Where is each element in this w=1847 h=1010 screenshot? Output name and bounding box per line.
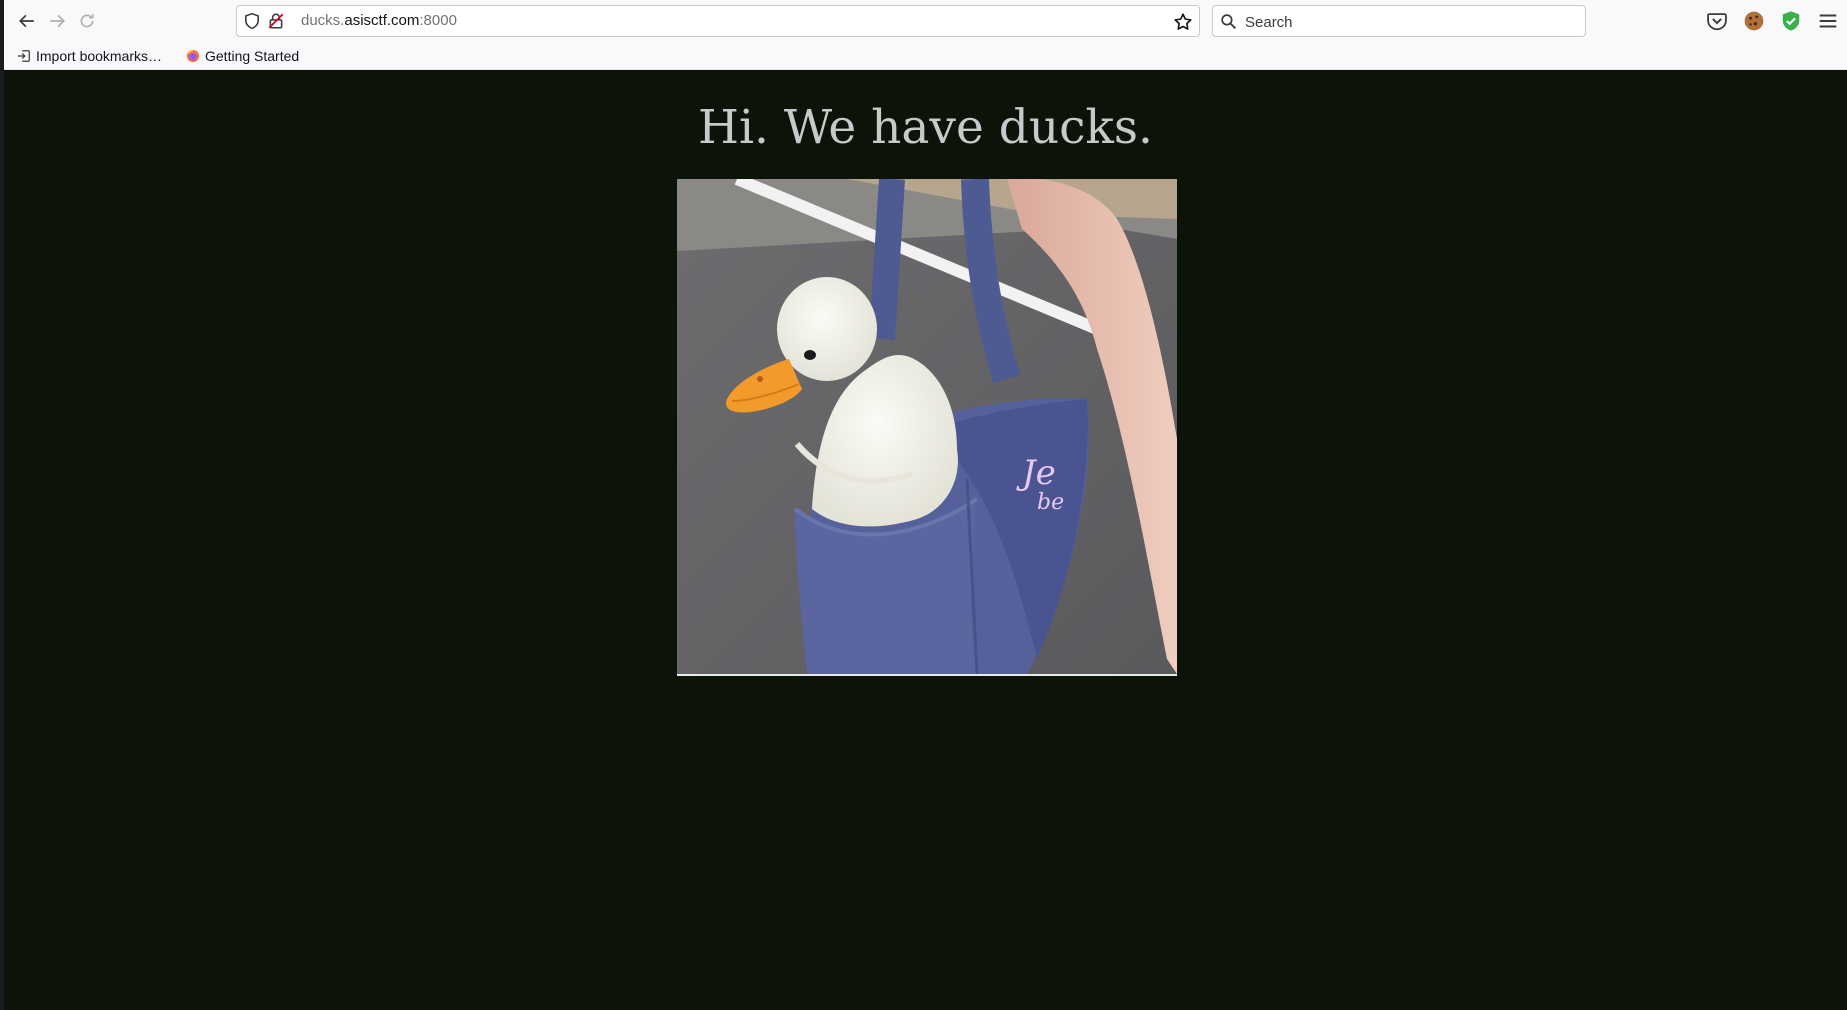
- url-text[interactable]: ducks.asisctf.com:8000: [301, 12, 457, 30]
- url-bar[interactable]: ducks.asisctf.com:8000: [236, 5, 1200, 37]
- bookmark-label: Getting Started: [205, 48, 300, 64]
- page-heading: Hi. We have ducks.: [698, 100, 1153, 155]
- cookie-extension-icon[interactable]: [1743, 10, 1765, 32]
- search-input[interactable]: [1243, 10, 1577, 34]
- bookmark-star-icon[interactable]: [1173, 12, 1193, 32]
- firefox-icon: [186, 49, 200, 63]
- shield-extension-icon[interactable]: [1780, 10, 1802, 32]
- pocket-icon[interactable]: [1706, 10, 1728, 32]
- search-bar[interactable]: [1212, 5, 1586, 37]
- page-content: Hi. We have ducks. Je be: [4, 70, 1847, 1010]
- insecure-lock-icon[interactable]: [267, 12, 285, 30]
- bookmark-import[interactable]: Import bookmarks…: [17, 46, 162, 66]
- url-host: asisctf.com: [344, 12, 420, 29]
- url-subdomain: ducks.: [301, 12, 345, 29]
- shield-icon[interactable]: [243, 12, 261, 30]
- import-icon: [17, 50, 30, 62]
- duck-in-bag-illustration: Je be: [677, 179, 1177, 674]
- forward-arrow-icon: [50, 14, 65, 28]
- url-port: :8000: [419, 12, 457, 29]
- back-button[interactable]: [12, 6, 42, 36]
- bag-print-text: be: [1037, 490, 1064, 515]
- bookmark-label: Import bookmarks…: [36, 48, 163, 64]
- duck-photo: Je be: [677, 179, 1177, 676]
- bookmarks-toolbar: Import bookmarks… Getting Started: [4, 42, 1847, 70]
- reload-button[interactable]: [72, 6, 102, 36]
- back-arrow-icon: [19, 14, 34, 28]
- reload-icon: [80, 14, 94, 28]
- menu-icon[interactable]: [1817, 10, 1839, 32]
- browser-toolbar: ducks.asisctf.com:8000: [4, 0, 1847, 42]
- bookmark-getting-started[interactable]: Getting Started: [186, 46, 299, 66]
- search-icon: [1221, 14, 1237, 30]
- forward-button[interactable]: [42, 6, 72, 36]
- bag-print-text: Je: [1016, 453, 1056, 493]
